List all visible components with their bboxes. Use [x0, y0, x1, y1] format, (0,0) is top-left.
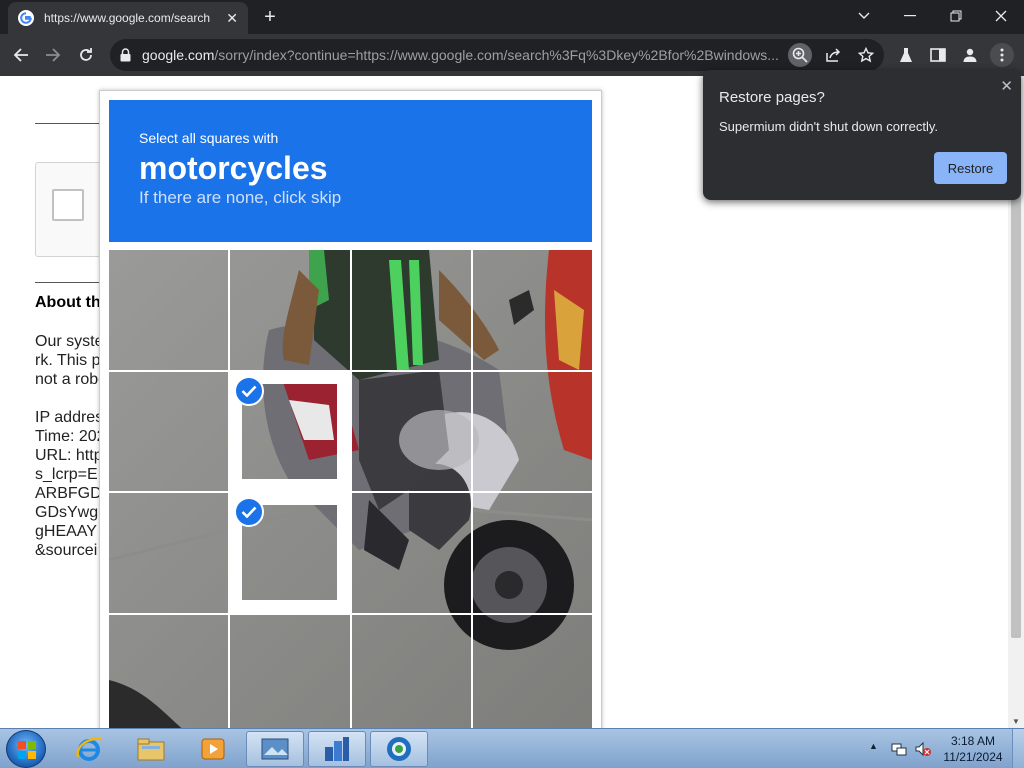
scroll-down-arrow-icon[interactable]: ▼ — [1012, 717, 1020, 726]
grid-divider — [109, 612, 592, 615]
challenge-image-grid — [109, 250, 592, 734]
captcha-tile[interactable] — [473, 615, 592, 735]
url-text[interactable]: google.com/sorry/index?continue=https://… — [142, 39, 782, 71]
zoom-icon[interactable] — [788, 43, 812, 67]
divider — [35, 282, 105, 283]
captcha-tile[interactable] — [473, 493, 592, 613]
volume-muted-tray-icon[interactable] — [914, 740, 932, 758]
network-tray-icon[interactable] — [890, 740, 908, 758]
browser-tab-active[interactable]: https://www.google.com/search ✕ — [8, 2, 248, 34]
about-heading: About th — [35, 294, 101, 311]
url-path: /sorry/index?continue=https://www.google… — [214, 47, 779, 63]
page-detail-line: s_lcrp=E — [35, 466, 98, 483]
media-player-icon[interactable] — [184, 731, 242, 767]
recaptcha-anchor-box — [35, 162, 105, 257]
tab-title: https://www.google.com/search — [44, 11, 211, 25]
taskbar-app-browser[interactable] — [370, 731, 428, 767]
minimize-button[interactable] — [894, 4, 926, 28]
grid-divider — [109, 491, 592, 493]
restore-pages-bubble: Restore pages? Supermium didn't shut dow… — [703, 70, 1021, 200]
new-tab-button[interactable]: + — [258, 6, 282, 30]
captcha-tile[interactable] — [109, 493, 228, 613]
address-bar[interactable]: google.com/sorry/index?continue=https://… — [110, 39, 884, 71]
google-favicon-icon — [18, 10, 34, 26]
restore-button[interactable]: Restore — [934, 152, 1007, 184]
labs-flask-icon[interactable] — [894, 43, 918, 67]
captcha-tile[interactable] — [109, 372, 228, 492]
close-window-button[interactable] — [985, 4, 1017, 28]
captcha-tile[interactable] — [109, 615, 228, 735]
taskbar-app-photo-viewer[interactable] — [246, 731, 304, 767]
divider — [35, 123, 105, 124]
popup-message: Supermium didn't shut down correctly. — [719, 119, 939, 134]
windows-taskbar: ▲ 3:18 AM 11/21/2024 — [0, 728, 1024, 768]
taskbar-app-network[interactable] — [308, 731, 366, 767]
page-paragraph-line: rk. This p — [35, 352, 101, 369]
captcha-tile[interactable] — [473, 372, 592, 492]
scrollbar-thumb[interactable] — [1011, 166, 1021, 638]
challenge-hint-text: If there are none, click skip — [139, 188, 342, 207]
tile-checkmark-icon — [234, 375, 265, 406]
captcha-tile[interactable] — [230, 615, 349, 735]
page-detail-line: GDsYwg — [35, 504, 99, 521]
page-detail-line: gHEAAY — [35, 523, 97, 540]
captcha-tile[interactable] — [230, 250, 349, 370]
page-detail-line: Time: 202 — [35, 428, 105, 445]
challenge-target-word: motorcycles — [139, 150, 328, 186]
back-arrow-icon[interactable] — [8, 42, 34, 68]
clock-time: 3:18 AM — [950, 734, 996, 748]
page-paragraph-line: Our syste — [35, 333, 104, 350]
show-desktop-button[interactable] — [1012, 729, 1024, 768]
captcha-tile[interactable] — [352, 615, 471, 735]
reload-icon[interactable] — [73, 42, 99, 68]
profile-icon[interactable] — [958, 43, 982, 67]
popup-close-icon[interactable]: ✕ — [1000, 77, 1013, 95]
recaptcha-checkbox[interactable] — [52, 189, 84, 221]
menu-kebab-icon[interactable] — [990, 43, 1014, 67]
challenge-lead-text: Select all squares with — [139, 130, 279, 146]
captcha-tile[interactable] — [473, 250, 592, 370]
page-detail-line: IP addres — [35, 409, 104, 426]
popup-title: Restore pages? — [719, 89, 825, 106]
captcha-tile[interactable] — [230, 371, 350, 491]
captcha-tile[interactable] — [352, 493, 471, 613]
captcha-tile[interactable] — [352, 372, 471, 492]
tray-show-hidden-icon[interactable]: ▲ — [869, 741, 878, 751]
side-panel-icon[interactable] — [926, 43, 950, 67]
page-detail-line: &sourcei — [35, 542, 98, 559]
windows-logo-icon — [18, 741, 36, 759]
taskbar-clock[interactable]: 3:18 AM 11/21/2024 — [938, 733, 1008, 765]
lock-icon[interactable] — [120, 48, 131, 67]
browser-titlebar: https://www.google.com/search ✕ + — [0, 0, 1024, 34]
tab-close-icon[interactable]: ✕ — [226, 10, 238, 27]
page-detail-line: URL: http — [35, 447, 103, 464]
forward-arrow-icon[interactable] — [40, 42, 66, 68]
share-icon[interactable] — [821, 43, 845, 67]
captcha-tile[interactable] — [109, 250, 228, 370]
captcha-tile[interactable] — [352, 250, 471, 370]
start-button[interactable] — [6, 730, 46, 768]
clock-date: 11/21/2024 — [943, 750, 1003, 764]
file-explorer-icon[interactable] — [122, 731, 180, 767]
challenge-instructions: Select all squares with motorcycles If t… — [109, 100, 592, 242]
recaptcha-challenge: Select all squares with motorcycles If t… — [99, 90, 602, 740]
internet-explorer-icon[interactable] — [60, 731, 118, 767]
captcha-tile[interactable] — [230, 493, 350, 613]
tab-search-chevron-icon[interactable] — [848, 4, 880, 28]
grid-divider — [470, 250, 473, 734]
page-detail-line: ARBFGD — [35, 485, 102, 502]
page-paragraph-line: not a robo — [35, 371, 105, 388]
bookmark-star-icon[interactable] — [854, 43, 878, 67]
restore-window-button[interactable] — [940, 4, 972, 28]
url-host: google.com — [142, 47, 215, 63]
